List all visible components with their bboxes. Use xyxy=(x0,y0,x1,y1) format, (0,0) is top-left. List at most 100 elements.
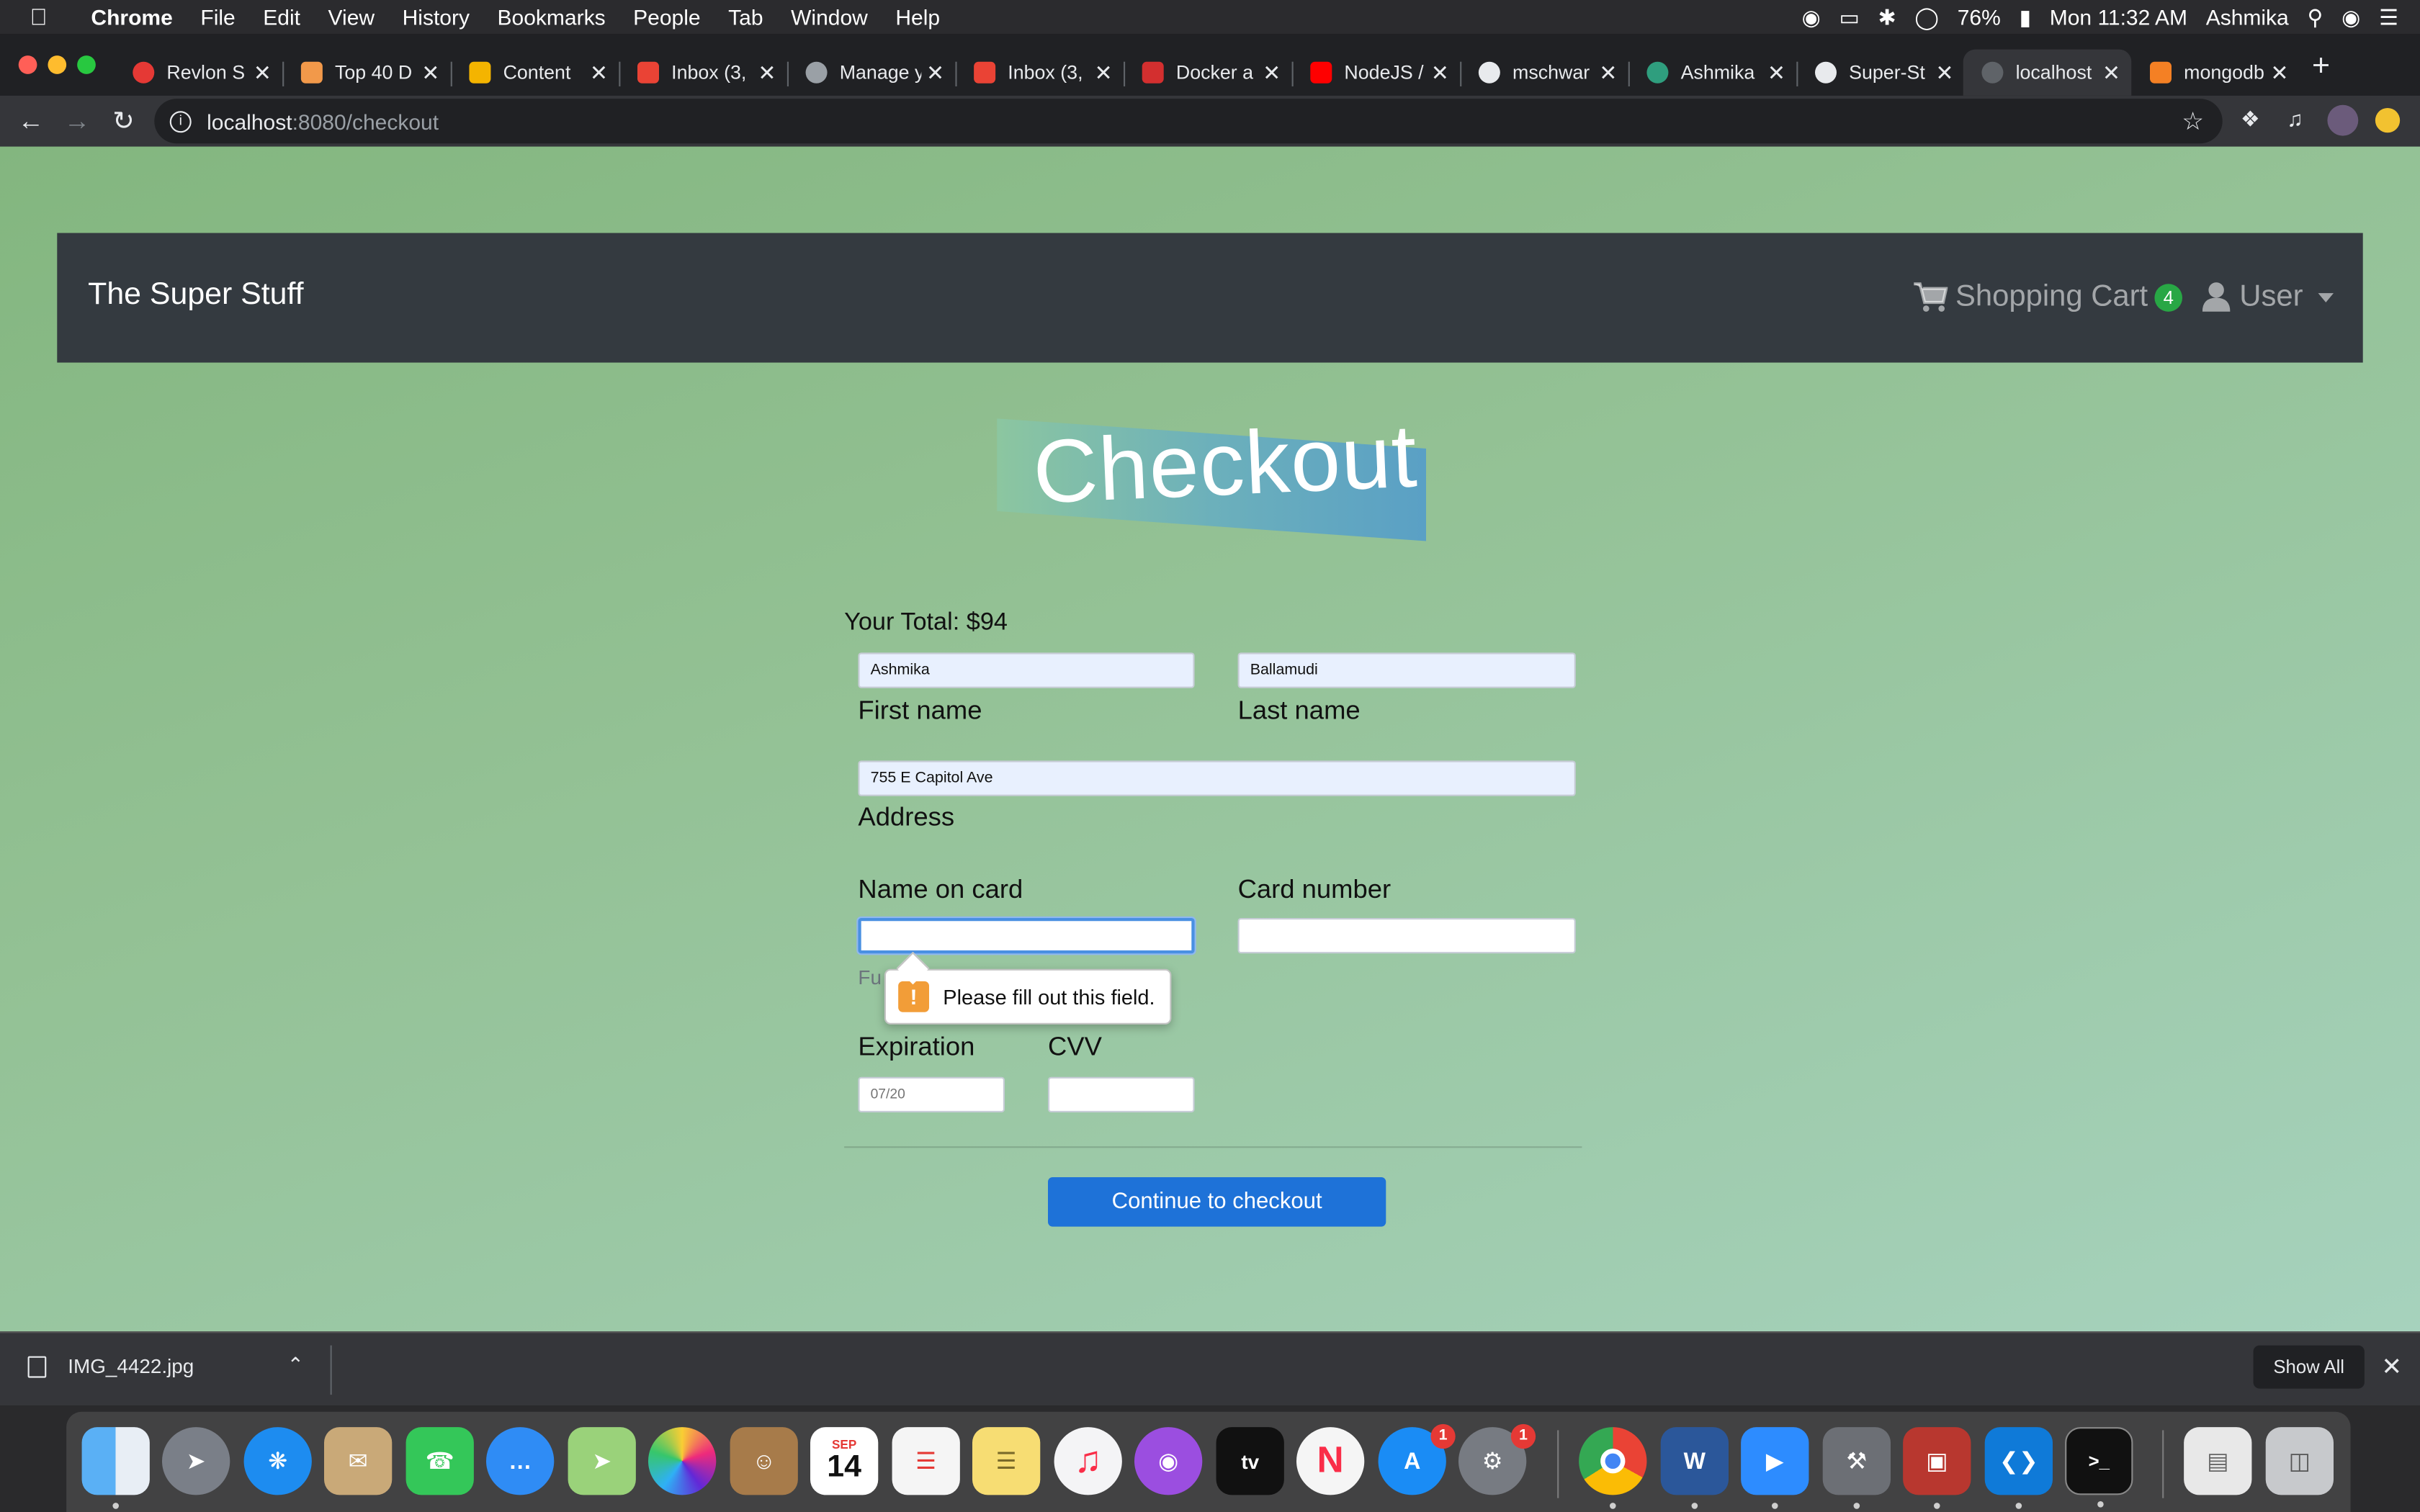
apple-tv-icon[interactable]: tv xyxy=(1216,1427,1284,1495)
utilities-icon[interactable]: ⚒ xyxy=(1822,1427,1891,1509)
close-tab-icon[interactable]: ✕ xyxy=(921,60,949,86)
app-store-icon[interactable]: A1 xyxy=(1378,1423,1456,1495)
notification-center-icon[interactable]: ☰ xyxy=(2379,4,2398,30)
zoom-window-button[interactable] xyxy=(77,55,96,74)
safari-icon[interactable]: ❋ xyxy=(243,1427,312,1495)
bluetooth-icon[interactable]: ✱ xyxy=(1878,4,1896,30)
menu-edit[interactable]: Edit xyxy=(249,0,314,34)
address-bar[interactable]: i localhost:8080/checkout ☆ xyxy=(154,99,2223,144)
extension-icon[interactable] xyxy=(2375,108,2401,133)
zoom-icon[interactable]: ▶ xyxy=(1741,1427,1809,1509)
terminal-icon[interactable]: >_ xyxy=(2065,1427,2133,1508)
card-number-field[interactable] xyxy=(1237,918,1576,954)
download-item[interactable]: IMG_4422.jpg xyxy=(27,1354,194,1378)
minimize-window-button[interactable] xyxy=(48,55,67,74)
profile-avatar[interactable] xyxy=(2327,104,2359,136)
close-tab-icon[interactable]: ✕ xyxy=(1762,60,1791,86)
media-controls-icon[interactable]: ♫ xyxy=(2281,107,2309,135)
battery-percent[interactable]: 76% xyxy=(1958,4,2001,29)
menu-help[interactable]: Help xyxy=(882,0,954,34)
browser-tab[interactable]: Inbox (3, ✕ xyxy=(955,50,1124,96)
launchpad-icon[interactable]: ➤ xyxy=(162,1427,230,1495)
document-stack-icon[interactable]: ▤ xyxy=(2184,1427,2252,1495)
browser-tab[interactable]: Inbox (3, ✕ xyxy=(619,50,787,96)
wifi-icon[interactable]: ◯ xyxy=(1914,4,1939,30)
trash-icon[interactable]: ◫ xyxy=(2265,1427,2334,1495)
reload-icon[interactable]: ↻ xyxy=(105,104,142,140)
close-tab-icon[interactable]: ✕ xyxy=(417,60,445,86)
expiration-field[interactable]: 07/20 xyxy=(858,1076,1005,1112)
reminders-icon[interactable]: ☰ xyxy=(892,1427,960,1495)
menu-file[interactable]: File xyxy=(187,0,249,34)
camera-icon[interactable]: ◉ xyxy=(1802,4,1821,30)
extensions-puzzle-icon[interactable]: ❖ xyxy=(2236,107,2264,135)
menu-app-chrome[interactable]: Chrome xyxy=(77,0,187,34)
menu-tab[interactable]: Tab xyxy=(714,0,777,34)
new-tab-plus-icon[interactable]: + xyxy=(2312,50,2330,85)
browser-tab[interactable]: Docker a ✕ xyxy=(1124,50,1292,96)
menu-history[interactable]: History xyxy=(388,0,483,34)
browser-tab[interactable]: Super-St ✕ xyxy=(1796,50,1965,96)
shopping-cart-link[interactable]: Shopping Cart 4 xyxy=(1914,279,2183,315)
calendar-icon[interactable]: SEP 14 xyxy=(810,1427,879,1495)
browser-tab[interactable]: Manage y ✕ xyxy=(787,50,956,96)
browser-tab[interactable]: Content ✕ xyxy=(451,50,619,96)
name-on-card-field[interactable] xyxy=(858,918,1195,954)
menubar-clock[interactable]: Mon 11:32 AM xyxy=(2050,4,2187,29)
messages-icon[interactable]: … xyxy=(486,1427,555,1495)
contacts-icon[interactable]: ☺ xyxy=(730,1427,798,1495)
bookmark-star-icon[interactable]: ☆ xyxy=(2182,106,2204,137)
chevron-up-icon[interactable]: ⌃ xyxy=(287,1353,304,1377)
close-tab-icon[interactable]: ✕ xyxy=(1931,60,1959,86)
mail-icon[interactable]: ✉ xyxy=(324,1427,393,1495)
browser-tab[interactable]: Ashmika ✕ xyxy=(1628,50,1797,96)
podcasts-icon[interactable]: ◉ xyxy=(1134,1427,1203,1495)
photo-booth-icon[interactable]: ▣ xyxy=(1903,1427,1971,1509)
address-field[interactable]: 755 E Capitol Ave xyxy=(858,760,1576,796)
menu-people[interactable]: People xyxy=(619,0,714,34)
close-tab-icon[interactable]: ✕ xyxy=(1258,60,1286,86)
spotlight-search-icon[interactable]: ⚲ xyxy=(2307,4,2323,30)
forward-arrow-icon[interactable]: → xyxy=(58,104,95,140)
close-window-button[interactable] xyxy=(18,55,37,74)
siri-icon[interactable]: ◉ xyxy=(2341,4,2360,30)
notes-icon[interactable]: ☰ xyxy=(972,1427,1041,1495)
first-name-field[interactable]: Ashmika xyxy=(858,652,1195,688)
photos-icon[interactable] xyxy=(648,1427,717,1495)
site-brand[interactable]: The Super Stuff xyxy=(88,278,303,313)
word-icon[interactable]: W xyxy=(1660,1427,1729,1509)
browser-tab[interactable]: mongodb ✕ xyxy=(2131,50,2300,96)
browser-tab[interactable]: Revlon S ✕ xyxy=(115,50,283,96)
show-all-downloads-button[interactable]: Show All xyxy=(2253,1345,2365,1389)
vscode-icon[interactable]: ❮❯ xyxy=(1984,1427,2053,1509)
browser-tab[interactable]: NodeJS / ✕ xyxy=(1292,50,1461,96)
close-tab-icon[interactable]: ✕ xyxy=(248,60,277,86)
apple-icon[interactable]:  xyxy=(0,4,77,30)
close-tab-icon[interactable]: ✕ xyxy=(1090,60,1118,86)
battery-icon[interactable]: ▮ xyxy=(2019,4,2031,30)
finder-icon[interactable] xyxy=(81,1427,150,1509)
close-tab-icon[interactable]: ✕ xyxy=(1426,60,1454,86)
menubar-user[interactable]: Ashmika xyxy=(2206,4,2289,29)
close-tab-icon[interactable]: ✕ xyxy=(2266,60,2294,86)
facetime-icon[interactable]: ☎ xyxy=(405,1427,474,1495)
continue-to-checkout-button[interactable]: Continue to checkout xyxy=(1048,1177,1386,1227)
maps-icon[interactable]: ➤ xyxy=(568,1427,636,1495)
back-arrow-icon[interactable]: ← xyxy=(12,104,49,140)
browser-tab[interactable]: mschwar ✕ xyxy=(1460,50,1628,96)
browser-tab-active[interactable]: localhost ✕ xyxy=(1963,49,2132,96)
browser-tab[interactable]: Top 40 D ✕ xyxy=(282,50,451,96)
system-preferences-icon[interactable]: ⚙ 1 xyxy=(1458,1423,1536,1495)
last-name-field[interactable]: Ballamudi xyxy=(1237,652,1576,688)
close-tab-icon[interactable]: ✕ xyxy=(585,60,613,86)
chrome-icon[interactable] xyxy=(1579,1427,1647,1509)
airplay-icon[interactable]: ▭ xyxy=(1839,4,1859,30)
cvv-field[interactable] xyxy=(1048,1076,1195,1112)
close-tab-icon[interactable]: ✕ xyxy=(1595,60,1623,86)
news-icon[interactable]: N xyxy=(1296,1427,1365,1495)
site-info-icon[interactable]: i xyxy=(169,110,192,132)
menu-window[interactable]: Window xyxy=(777,0,882,34)
close-tab-icon[interactable]: ✕ xyxy=(2097,60,2125,86)
user-dropdown[interactable]: User xyxy=(2202,279,2334,315)
menu-view[interactable]: View xyxy=(314,0,388,34)
